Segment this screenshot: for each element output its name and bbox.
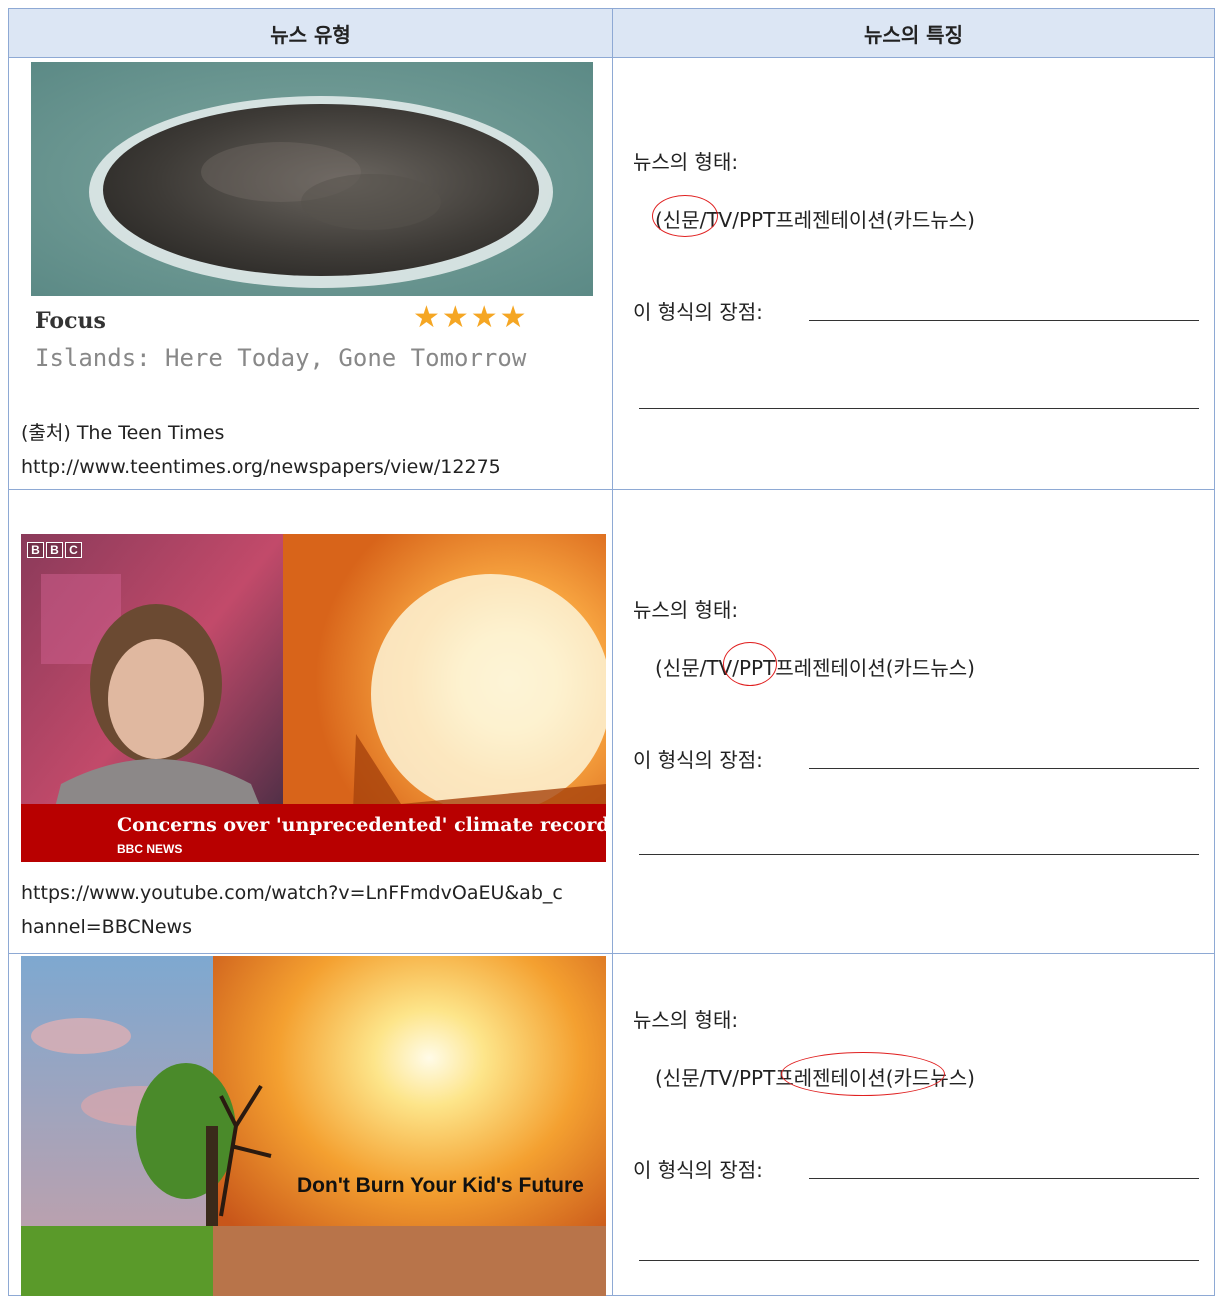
answer-line[interactable] [639, 854, 1199, 855]
tv-news-thumbnail: BBC Concerns over 'unprecedented' climat… [21, 534, 606, 862]
answer-line[interactable] [639, 1260, 1199, 1261]
bbc-logo: BBC [27, 542, 84, 558]
island-photo [31, 62, 593, 296]
answer-line[interactable] [639, 408, 1199, 409]
advantage-label: 이 형식의 장점: [633, 748, 763, 772]
headline-banner: Concerns over 'unprecedented' climate re… [21, 804, 606, 862]
source-credit: (출처) The Teen Times [21, 422, 225, 444]
newspaper-thumbnail: Focus ★★★★ Islands: Here Today, Gone Tom… [31, 62, 593, 398]
row2-features-cell: 뉴스의 형태: (신문/TV/PPT프레젠테이션(카드뉴스) 이 형식의 장점: [612, 489, 1215, 954]
thumb-headline: Islands: Here Today, Gone Tomorrow [35, 344, 527, 372]
climate-poster-image [21, 956, 606, 1296]
banner-headline: Concerns over 'unprecedented' climate re… [117, 814, 606, 836]
header-news-features: 뉴스의 특징 [612, 8, 1215, 58]
header-news-type: 뉴스 유형 [8, 8, 613, 58]
source-url[interactable]: http://www.teentimes.org/newspapers/view… [21, 456, 501, 478]
answer-line[interactable] [809, 768, 1199, 769]
card-news-thumbnail: Don't Burn Your Kid's Future [21, 956, 606, 1296]
form-label: 뉴스의 형태: [633, 598, 739, 622]
selection-circle-ppt [781, 1052, 945, 1096]
source-url[interactable]: https://www.youtube.com/watch?v=LnFFmdvO… [21, 882, 563, 904]
news-type-table: 뉴스 유형 뉴스의 특징 Focus ★★★★ Islands: Here To… [8, 8, 1215, 1296]
row1-features-cell: 뉴스의 형태: (신문/TV/PPT프레젠테이션(카드뉴스) 이 형식의 장점: [612, 57, 1215, 490]
selection-circle-tv [723, 642, 777, 686]
advantage-label: 이 형식의 장점: [633, 1158, 763, 1182]
form-label: 뉴스의 형태: [633, 1008, 739, 1032]
bbc-news-brand: BBC NEWS [117, 842, 183, 856]
row3-features-cell: 뉴스의 형태: (신문/TV/PPT프레젠테이션(카드뉴스) 이 형식의 장점: [612, 953, 1215, 1296]
advantage-label: 이 형식의 장점: [633, 300, 763, 324]
source-url-continued[interactable]: hannel=BBCNews [21, 916, 192, 938]
form-label: 뉴스의 형태: [633, 150, 739, 174]
poster-caption: Don't Burn Your Kid's Future [297, 1174, 584, 1197]
selection-circle-newspaper [652, 195, 718, 237]
row1-type-cell: Focus ★★★★ Islands: Here Today, Gone Tom… [8, 57, 613, 490]
row3-type-cell: Don't Burn Your Kid's Future [8, 953, 613, 1296]
form-options: (신문/TV/PPT프레젠테이션(카드뉴스) [655, 656, 975, 680]
thumb-focus-title: Focus [35, 308, 106, 334]
answer-line[interactable] [809, 320, 1199, 321]
answer-line[interactable] [809, 1178, 1199, 1179]
row2-type-cell: BBC Concerns over 'unprecedented' climat… [8, 489, 613, 954]
rating-stars-icon: ★★★★ [413, 300, 529, 335]
